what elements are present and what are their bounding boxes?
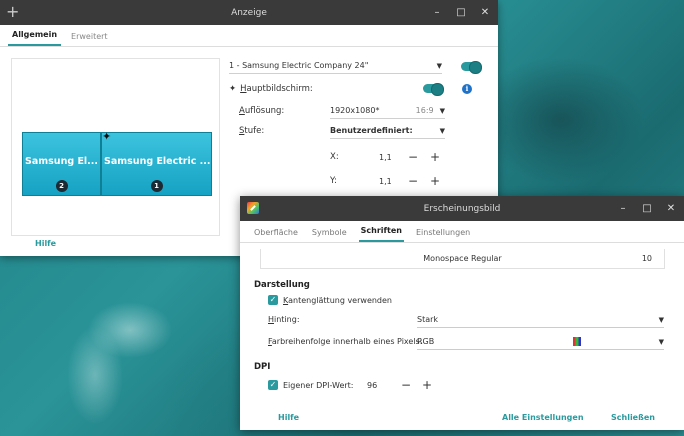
subpixel-label: Farbreihenfolge innerhalb eines Pixels: bbox=[268, 337, 423, 346]
monitor-select[interactable]: 1 - Samsung Electric Company 24" ▼ bbox=[229, 58, 442, 74]
tab-symbole[interactable]: Symbole bbox=[310, 228, 349, 242]
rendering-section-title: Darstellung bbox=[254, 280, 310, 290]
hinting-value: Stark bbox=[417, 315, 439, 324]
display-tabs: Allgemein Erweitert bbox=[0, 25, 498, 47]
appearance-window: Erscheinungsbild – □ ✕ Oberfläche Symbol… bbox=[240, 196, 684, 430]
scale-select[interactable]: Benutzerdefiniert: ▼ bbox=[330, 123, 445, 139]
y-scale-input[interactable]: 1,1 bbox=[379, 177, 392, 186]
scale-label: Stufe: bbox=[239, 126, 265, 136]
monitor-1[interactable]: Samsung Electric ... 1 bbox=[101, 132, 212, 196]
display-titlebar[interactable]: + Anzeige – □ ✕ bbox=[0, 0, 498, 25]
monospace-font-name: Monospace Regular bbox=[423, 254, 502, 263]
primary-label: Hauptbildschirm: bbox=[240, 84, 313, 94]
tab-allgemein[interactable]: Allgemein bbox=[8, 30, 62, 46]
antialias-label: Kantenglättung verwenden bbox=[283, 295, 392, 305]
custom-dpi-label: Eigener DPI-Wert: bbox=[283, 380, 354, 390]
close-dialog-button[interactable]: Schließen bbox=[611, 413, 655, 422]
resolution-select[interactable]: 1920x1080* 16:9 ▼ bbox=[330, 103, 445, 119]
appearance-titlebar[interactable]: Erscheinungsbild – □ ✕ bbox=[240, 196, 684, 221]
appearance-app-icon bbox=[247, 202, 259, 214]
monitor-enabled-toggle[interactable] bbox=[461, 60, 482, 74]
monitor-number-badge: 2 bbox=[55, 180, 68, 192]
monitor-preview: Samsung El... 2 Samsung Electric ... 1 ✦ bbox=[11, 58, 220, 236]
aspect-ratio: 16:9 bbox=[415, 106, 434, 115]
all-settings-button[interactable]: Alle Einstellungen bbox=[502, 413, 584, 422]
subpixel-select[interactable]: RGB ▼ bbox=[417, 334, 664, 350]
monitor-select-value: 1 - Samsung Electric Company 24" bbox=[229, 61, 369, 70]
antialias-checkbox[interactable]: ✓ bbox=[268, 295, 278, 305]
x-increase-button[interactable]: + bbox=[429, 151, 441, 163]
antialias-checkbox-row[interactable]: ✓ Kantenglättung verwenden bbox=[268, 295, 392, 305]
close-button[interactable]: ✕ bbox=[664, 202, 678, 216]
y-decrease-button[interactable]: − bbox=[407, 175, 419, 187]
chevron-down-icon: ▼ bbox=[439, 126, 445, 135]
help-button[interactable]: Hilfe bbox=[278, 413, 299, 422]
dpi-section-title: DPI bbox=[254, 362, 271, 372]
custom-dpi-checkbox[interactable]: ✓ bbox=[268, 380, 278, 390]
help-button[interactable]: Hilfe bbox=[35, 239, 56, 248]
monospace-font-button[interactable]: Monospace Regular 10 bbox=[260, 249, 665, 269]
primary-star-icon: ✦ bbox=[102, 130, 112, 143]
chevron-down-icon: ▼ bbox=[658, 315, 664, 324]
minimize-button[interactable]: – bbox=[616, 202, 630, 216]
info-icon[interactable]: i bbox=[462, 84, 472, 94]
tab-einstellungen[interactable]: Einstellungen bbox=[414, 228, 472, 242]
monitor-name: Samsung Electric ... bbox=[104, 155, 211, 167]
hinting-select[interactable]: Stark ▼ bbox=[417, 312, 664, 328]
primary-star-icon: ✦ bbox=[229, 84, 237, 94]
tab-oberflaeche[interactable]: Oberfläche bbox=[252, 228, 300, 242]
chevron-down-icon: ▼ bbox=[439, 106, 445, 115]
dpi-increase-button[interactable]: + bbox=[421, 379, 433, 391]
maximize-button[interactable]: □ bbox=[454, 6, 468, 20]
minimize-button[interactable]: – bbox=[430, 6, 444, 20]
dpi-value-input[interactable]: 96 bbox=[367, 381, 377, 390]
y-increase-button[interactable]: + bbox=[429, 175, 441, 187]
resolution-label: Auflösung: bbox=[239, 106, 285, 116]
chevron-down-icon: ▼ bbox=[658, 337, 664, 346]
window-title: Anzeige bbox=[231, 7, 267, 18]
appearance-tabs: Oberfläche Symbole Schriften Einstellung… bbox=[240, 221, 684, 243]
hinting-label: Hinting: bbox=[268, 315, 300, 324]
dpi-decrease-button[interactable]: − bbox=[400, 379, 412, 391]
resolution-value: 1920x1080* bbox=[330, 106, 380, 115]
monospace-font-size: 10 bbox=[641, 254, 652, 263]
chevron-down-icon: ▼ bbox=[436, 61, 442, 70]
x-scale-input[interactable]: 1,1 bbox=[379, 153, 392, 162]
tab-schriften[interactable]: Schriften bbox=[358, 226, 404, 242]
custom-dpi-checkbox-row[interactable]: ✓ Eigener DPI-Wert: bbox=[268, 380, 354, 390]
maximize-button[interactable]: □ bbox=[640, 202, 654, 216]
subpixel-value: RGB bbox=[417, 337, 435, 346]
monitor-2[interactable]: Samsung El... 2 bbox=[22, 132, 101, 196]
monitor-number-badge: 1 bbox=[150, 180, 163, 192]
close-button[interactable]: ✕ bbox=[478, 6, 492, 20]
add-icon[interactable]: + bbox=[6, 4, 19, 20]
rgb-swatch-icon bbox=[572, 337, 581, 346]
x-decrease-button[interactable]: − bbox=[407, 151, 419, 163]
scale-value: Benutzerdefiniert: bbox=[330, 126, 413, 135]
primary-toggle[interactable] bbox=[423, 82, 444, 96]
x-label: X: bbox=[330, 152, 339, 162]
y-label: Y: bbox=[330, 176, 337, 186]
tab-erweitert[interactable]: Erweitert bbox=[67, 32, 112, 46]
monitor-name: Samsung El... bbox=[25, 155, 99, 167]
